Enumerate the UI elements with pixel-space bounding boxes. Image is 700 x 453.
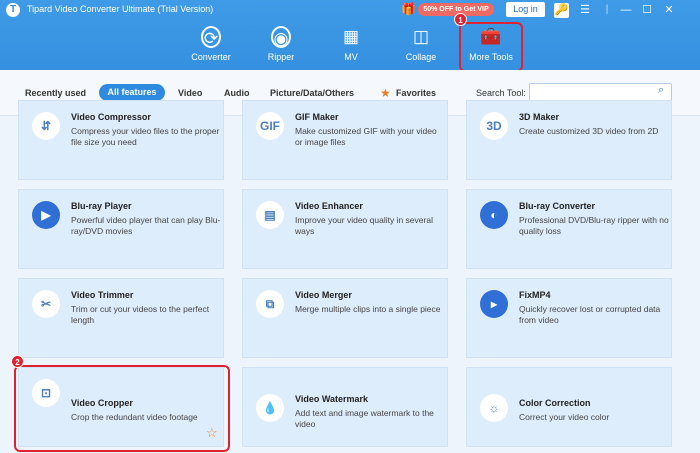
disc-icon: ◐ bbox=[480, 201, 508, 229]
filter-picture-data-others[interactable]: Picture/Data/Others bbox=[270, 88, 354, 98]
tool-title: 3D Maker bbox=[519, 112, 560, 122]
tool-desc: Trim or cut your videos to the perfect l… bbox=[71, 304, 210, 325]
ripper-icon: ◉ bbox=[271, 26, 291, 48]
tool-title: FixMP4 bbox=[519, 290, 551, 300]
fixmp4-icon: ▸ bbox=[480, 290, 508, 318]
mv-icon: ▦ bbox=[342, 27, 360, 46]
tool-title: Video Watermark bbox=[295, 394, 369, 404]
tab-label: Ripper bbox=[267, 52, 295, 62]
tab-ripper[interactable]: ◉ Ripper bbox=[251, 26, 311, 62]
tab-collage[interactable]: ◫ Collage bbox=[391, 26, 451, 62]
search-icon[interactable]: ⌕ bbox=[658, 84, 664, 97]
tool-title: Video Compressor bbox=[71, 112, 151, 122]
minimize-icon[interactable]: — bbox=[617, 1, 635, 19]
tool-desc: Create customized 3D video from 2D bbox=[519, 126, 659, 136]
tool-title: Color Correction bbox=[519, 398, 591, 408]
tool-desc: Add text and image watermark to the vide… bbox=[295, 408, 434, 429]
enhancer-icon: ▤ bbox=[256, 201, 284, 229]
scissors-icon: ✂ bbox=[32, 290, 60, 318]
filter-favorites[interactable]: Favorites bbox=[396, 88, 436, 98]
app-logo: T bbox=[6, 3, 20, 17]
tool-title: Video Merger bbox=[295, 290, 352, 300]
converter-icon: ⟳ bbox=[201, 26, 221, 48]
tool-desc: Merge multiple clips into a single piece bbox=[295, 304, 441, 314]
login-button[interactable]: Log in bbox=[506, 2, 545, 17]
tab-label: MV bbox=[344, 52, 358, 62]
tool-desc: Correct your video color bbox=[519, 412, 610, 422]
3d-icon: 3D bbox=[480, 112, 508, 140]
filter-video[interactable]: Video bbox=[178, 88, 202, 98]
favorite-star-icon[interactable]: ☆ bbox=[206, 425, 218, 441]
tool-3d-maker[interactable]: 3D 3D Maker Create customized 3D video fro… bbox=[466, 100, 672, 180]
tool-desc: Compress your video files to the proper … bbox=[71, 126, 220, 147]
app-title: Tipard Video Converter Ultimate (Trial V… bbox=[27, 4, 214, 14]
menu-icon[interactable]: ☰ bbox=[576, 1, 594, 19]
merge-icon: ⧉ bbox=[256, 290, 284, 318]
tool-fixmp4[interactable]: ▸ FixMP4 Quickly recover lost or corrupted… bbox=[466, 278, 672, 358]
color-correction-icon: ☼ bbox=[480, 394, 508, 422]
tool-gif-maker[interactable]: GIF GIF Maker Make customized GIF with you… bbox=[242, 100, 448, 180]
tool-desc: Improve your video quality in several wa… bbox=[295, 215, 433, 236]
tool-blu-ray-player[interactable]: ▶ Blu-ray Player Powerful video player tha… bbox=[18, 189, 224, 269]
close-icon[interactable]: ✕ bbox=[660, 1, 678, 19]
tab-mv[interactable]: ▦ MV bbox=[321, 26, 381, 62]
maximize-icon[interactable]: ☐ bbox=[638, 1, 656, 19]
tool-blu-ray-converter[interactable]: ◐ Blu-ray Converter Professional DVD/Blu-r… bbox=[466, 189, 672, 269]
highlight-more-tools bbox=[459, 22, 523, 72]
collage-icon: ◫ bbox=[412, 27, 430, 46]
tool-color-correction[interactable]: ☼ Color Correction Correct your video colo… bbox=[466, 367, 672, 447]
search-label: Search Tool: bbox=[476, 88, 526, 98]
tool-video-watermark[interactable]: 💧 Video Watermark Add text and image water… bbox=[242, 367, 448, 447]
tab-converter[interactable]: ⟳ Converter bbox=[181, 26, 241, 62]
gif-icon: GIF bbox=[256, 112, 284, 140]
filter-audio[interactable]: Audio bbox=[224, 88, 250, 98]
tool-title: Video Trimmer bbox=[71, 290, 134, 300]
key-icon[interactable]: 🔑 bbox=[554, 3, 569, 18]
filter-all-features[interactable]: All features bbox=[99, 84, 165, 101]
tool-title: Blu-ray Player bbox=[71, 201, 132, 211]
tool-video-merger[interactable]: ⧉ Video Merger Merge multiple clips into a… bbox=[242, 278, 448, 358]
step-2-badge: 2 bbox=[11, 355, 24, 368]
tab-label: Collage bbox=[405, 52, 437, 62]
tool-desc: Powerful video player that can play Blu-… bbox=[71, 215, 221, 236]
tool-title: Blu-ray Converter bbox=[519, 201, 596, 211]
watermark-icon: 💧 bbox=[256, 394, 284, 422]
highlight-video-cropper bbox=[14, 365, 230, 452]
gift-icon[interactable]: 🎁 bbox=[401, 2, 416, 16]
tool-title: Video Enhancer bbox=[295, 201, 363, 211]
title-bar: T Tipard Video Converter Ultimate (Trial… bbox=[0, 0, 700, 70]
tool-desc: Professional DVD/Blu-ray ripper with no … bbox=[519, 215, 669, 236]
tool-video-compressor[interactable]: ⇵ Video Compressor Compress your video fil… bbox=[18, 100, 224, 180]
tool-video-trimmer[interactable]: ✂ Video Trimmer Trim or cut your videos to… bbox=[18, 278, 224, 358]
favorites-star-icon: ★ bbox=[380, 86, 391, 100]
tab-label: Converter bbox=[191, 52, 231, 62]
tool-desc: Make customized GIF with your video or i… bbox=[295, 126, 437, 147]
tool-title: GIF Maker bbox=[295, 112, 339, 122]
compress-icon: ⇵ bbox=[32, 112, 60, 140]
filter-recently-used[interactable]: Recently used bbox=[25, 88, 86, 98]
step-1-badge: 1 bbox=[454, 13, 467, 26]
search-input[interactable] bbox=[529, 83, 672, 101]
tool-desc: Quickly recover lost or corrupted data f… bbox=[519, 304, 661, 325]
separator: | bbox=[605, 4, 609, 15]
play-icon: ▶ bbox=[32, 201, 60, 229]
tool-video-enhancer[interactable]: ▤ Video Enhancer Improve your video qualit… bbox=[242, 189, 448, 269]
